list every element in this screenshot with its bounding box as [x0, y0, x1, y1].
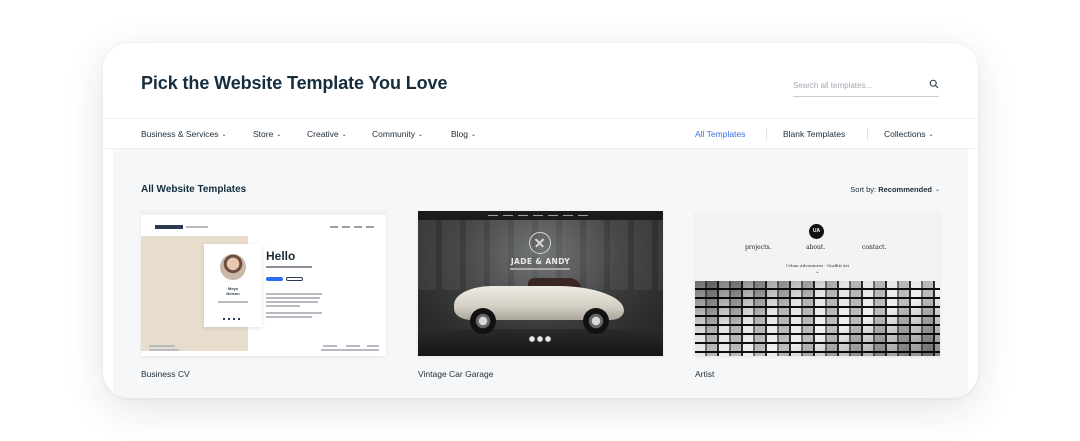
thumb-footer-line: [323, 345, 337, 347]
template-name[interactable]: Vintage Car Garage: [418, 369, 663, 379]
thumb-text-line: [266, 293, 322, 295]
page-title: Pick the Website Template You Love: [141, 73, 448, 93]
template-thumbnail[interactable]: UA projects. about. contact. Urban Adven…: [695, 211, 940, 356]
thumb-footer-line: [149, 349, 179, 351]
thumb-logo: [155, 225, 183, 229]
search-box[interactable]: [793, 75, 939, 97]
nav-item-label: Business & Services: [141, 129, 219, 139]
thumb-top-bar: [141, 211, 386, 215]
thumb-site-header: [418, 211, 663, 220]
nav-item-all-templates[interactable]: All Templates: [695, 129, 745, 139]
thumb-logo: UA: [809, 224, 824, 239]
nav-item-business-services[interactable]: Business & Services ⌄: [141, 129, 227, 139]
thumb-footer-line: [367, 345, 379, 347]
thumb-tagline-line: [510, 268, 570, 270]
avatar: [220, 254, 246, 280]
thumb-footer-line: [149, 345, 175, 347]
thumb-text-line: [266, 312, 322, 314]
thumb-menu: [488, 214, 592, 216]
nav-item-blog[interactable]: Blog ⌄: [451, 129, 476, 139]
thumb-footer-line: [346, 345, 360, 347]
thumb-text-line: [266, 297, 320, 299]
thumb-site-title: JADE & ANDY: [510, 257, 571, 266]
chevron-down-icon: ⌄: [928, 132, 934, 138]
chevron-down-icon: ⌄: [341, 132, 347, 138]
chevron-down-icon: ⌄: [471, 132, 477, 138]
sort-dropdown[interactable]: Sort by: Recommended ⌄: [850, 185, 940, 194]
template-thumbnail[interactable]: Meyo Nelson Hello: [141, 211, 386, 356]
thumb-secondary-button: [286, 277, 303, 281]
thumb-profile-card: Meyo Nelson: [204, 244, 262, 327]
thumb-car-wheel: [583, 308, 609, 334]
thumb-car-wheel: [470, 308, 496, 334]
nav-item-creative[interactable]: Creative ⌄: [307, 129, 347, 139]
thumb-floor: [418, 329, 663, 356]
sort-value: Recommended: [878, 185, 932, 194]
nav-item-store[interactable]: Store ⌄: [253, 129, 281, 139]
chevron-down-icon: ⌄: [276, 132, 282, 138]
thumb-subtitle: Urban Adventures - Graffiti Art: [785, 263, 850, 268]
template-name[interactable]: Business CV: [141, 369, 386, 379]
template-card-artist[interactable]: UA projects. about. contact. Urban Adven…: [695, 211, 940, 379]
search-icon[interactable]: [929, 79, 939, 89]
wrench-logo-icon: [529, 232, 551, 254]
nav-divider: [867, 128, 868, 140]
nav-divider: [766, 128, 767, 140]
template-card-vintage-car-garage[interactable]: JADE & ANDY Vintage Car Garage: [418, 211, 663, 379]
thumb-menu-item: about.: [806, 244, 826, 251]
nav-item-community[interactable]: Community ⌄: [372, 129, 423, 139]
nav-item-label: Collections: [884, 129, 926, 139]
section-title: All Website Templates: [141, 184, 247, 195]
thumb-footer-line: [321, 349, 379, 351]
thumb-social-icons: [528, 336, 552, 342]
search-input[interactable]: [793, 75, 918, 95]
chevron-down-icon: ⌄: [934, 187, 940, 193]
thumb-name-last: Nelson: [226, 291, 240, 296]
chevron-down-icon: ⌄: [815, 269, 820, 275]
thumb-photo-shade: [695, 281, 940, 356]
thumb-hello-heading: Hello: [266, 249, 296, 263]
template-thumbnail[interactable]: JADE & ANDY: [418, 211, 663, 356]
nav-item-collections[interactable]: Collections ⌄: [884, 129, 934, 139]
nav-item-label: Community: [372, 129, 415, 139]
thumb-site-header: [141, 220, 386, 236]
sort-label: Sort by:: [850, 185, 877, 194]
thumb-site-header: UA projects. about. contact. Urban Adven…: [695, 211, 940, 281]
thumb-text-line: [266, 316, 312, 318]
nav-item-label: Blog: [451, 129, 469, 139]
thumb-subheading: [266, 266, 312, 268]
template-card-business-cv[interactable]: Meyo Nelson Hello Business CV: [141, 211, 386, 379]
nav-item-label: Creative: [307, 129, 339, 139]
thumb-text-line: [266, 301, 318, 303]
category-nav: Business & Services ⌄ Store ⌄ Creative ⌄ Co…: [103, 118, 978, 149]
nav-item-label: Store: [253, 129, 274, 139]
chevron-down-icon: ⌄: [417, 132, 424, 138]
thumb-text-line: [266, 305, 300, 307]
chevron-down-icon: ⌄: [221, 132, 227, 138]
thumb-menu: [330, 226, 376, 228]
thumb-social-icons: [223, 318, 243, 320]
template-gallery: All Website Templates Sort by: Recommend…: [113, 149, 968, 398]
thumb-role-line: [218, 301, 248, 303]
thumb-primary-button: [266, 277, 283, 281]
nav-item-blank-templates[interactable]: Blank Templates: [783, 129, 845, 139]
thumb-menu-item: contact.: [862, 244, 887, 251]
thumb-menu-item: projects.: [745, 244, 772, 251]
thumb-logo-sub: [186, 226, 208, 228]
template-picker-card: Pick the Website Template You Love Busin…: [103, 43, 978, 398]
template-name[interactable]: Artist: [695, 369, 940, 379]
thumb-footer: [141, 341, 386, 353]
